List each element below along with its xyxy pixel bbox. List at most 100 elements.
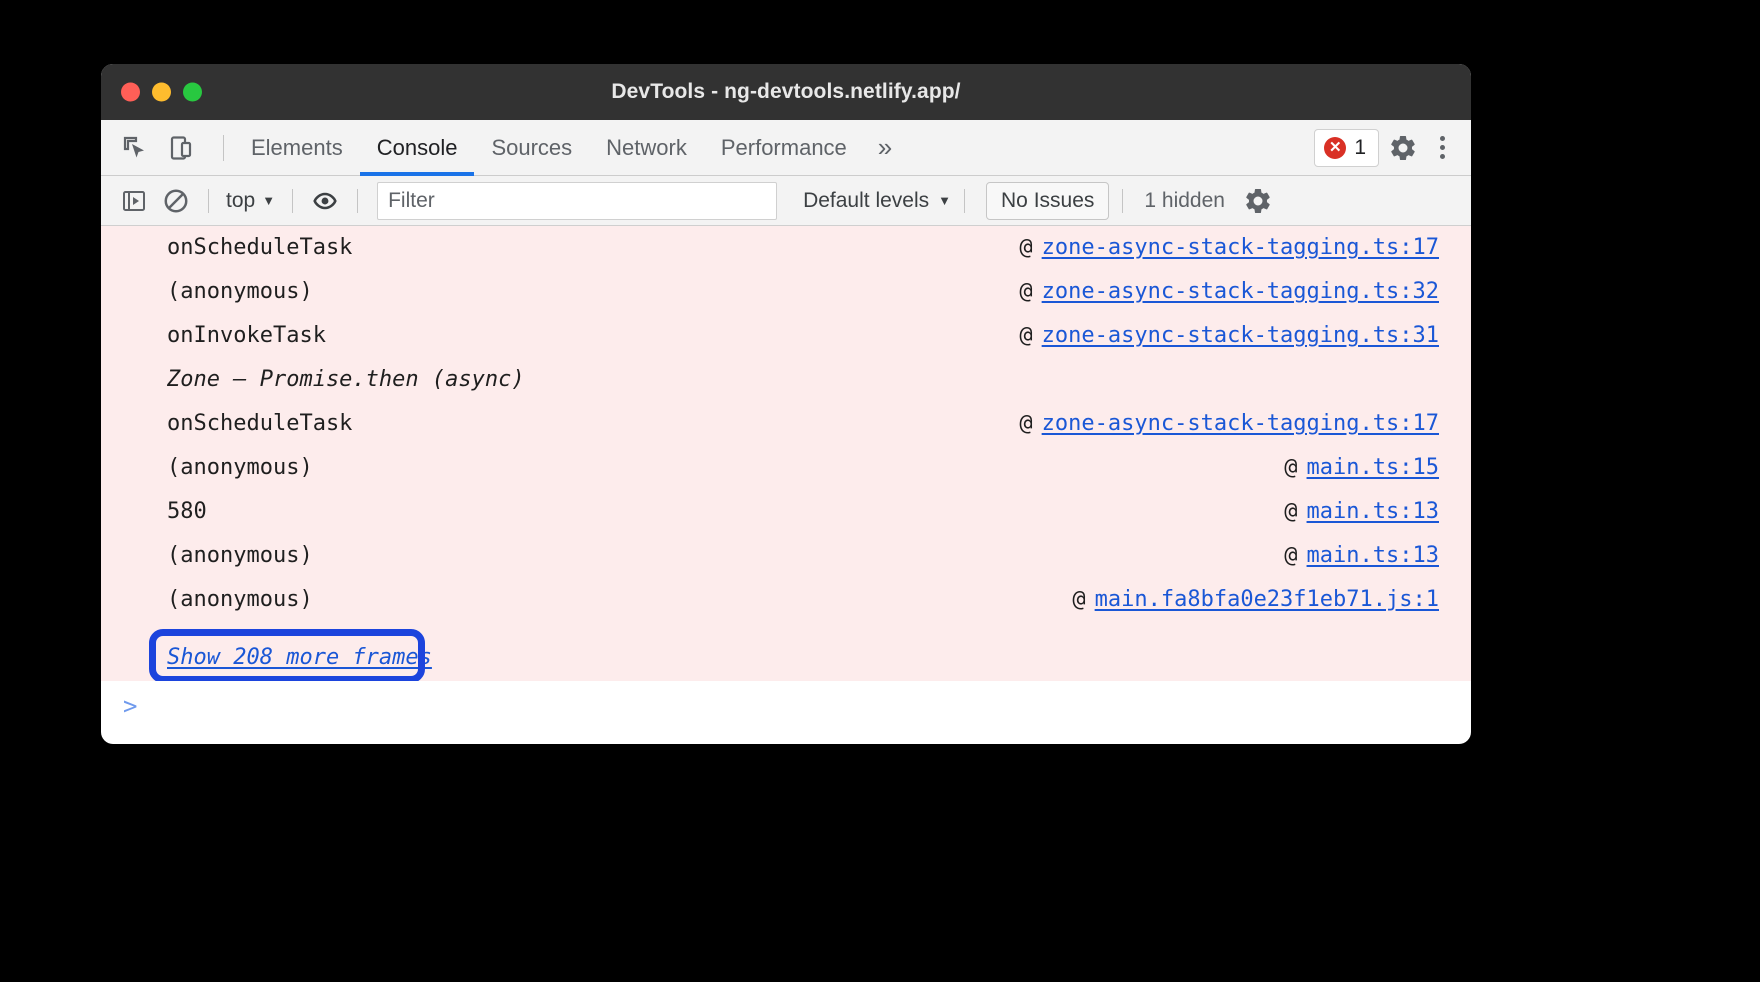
execution-context-label: top <box>226 189 255 213</box>
source-location-link[interactable]: zone-async-stack-tagging.ts:32 <box>1042 279 1439 304</box>
more-tabs-icon[interactable]: » <box>864 120 906 175</box>
async-boundary-row: Zone — Promise.then (async) <box>101 367 1471 411</box>
console-filter-toolbar: top ▼ Filter Default levels ▼ No Issues <box>101 176 1471 226</box>
stack-frame-location: @ main.fa8bfa0e23f1eb71.js:1 <box>1072 587 1439 612</box>
show-more-frames-row[interactable]: Show 208 more frames <box>101 631 1471 681</box>
source-location-link[interactable]: zone-async-stack-tagging.ts:31 <box>1042 323 1439 348</box>
stack-frame-function: onScheduleTask <box>167 235 352 260</box>
stack-frame-function: (anonymous) <box>167 587 313 612</box>
stack-frame-row[interactable]: 580 @ main.ts:13 <box>101 499 1471 543</box>
stack-frame-function: 580 <box>167 499 207 524</box>
at-symbol: @ <box>1019 323 1032 348</box>
tab-elements[interactable]: Elements <box>234 120 360 175</box>
console-prompt[interactable]: > <box>101 681 1471 731</box>
log-levels-label: Default levels <box>803 189 929 213</box>
stack-frame-function: (anonymous) <box>167 543 313 568</box>
screenshot-stage: DevTools - ng-devtools.netlify.app/ <box>0 0 1760 982</box>
at-symbol: @ <box>1284 499 1297 524</box>
async-boundary-label: Zone — Promise.then (async) <box>167 367 525 392</box>
tabstrip-divider <box>223 135 224 161</box>
window-titlebar: DevTools - ng-devtools.netlify.app/ <box>101 64 1471 120</box>
clear-console-icon[interactable] <box>157 182 195 220</box>
minimize-window-button[interactable] <box>152 83 171 102</box>
at-symbol: @ <box>1019 279 1032 304</box>
stack-frame-location: @ zone-async-stack-tagging.ts:32 <box>1019 279 1439 304</box>
show-more-frames-link[interactable]: Show 208 more frames <box>167 645 432 670</box>
chevron-down-icon: ▼ <box>262 194 275 207</box>
filter-input-placeholder: Filter <box>388 189 435 213</box>
stack-frame-function: onScheduleTask <box>167 411 352 436</box>
stack-frame-row[interactable]: onScheduleTask @ zone-async-stack-taggin… <box>101 411 1471 455</box>
stack-frame-location: @ main.ts:13 <box>1284 543 1439 568</box>
stack-frame-function: (anonymous) <box>167 279 313 304</box>
device-toolbar-icon[interactable] <box>161 128 201 168</box>
at-symbol: @ <box>1019 411 1032 436</box>
tab-sources-label: Sources <box>491 135 572 161</box>
stack-frame-row[interactable]: (anonymous) @ main.fa8bfa0e23f1eb71.js:1 <box>101 587 1471 631</box>
show-console-sidebar-icon[interactable] <box>115 182 153 220</box>
stack-frame-location: @ main.ts:13 <box>1284 499 1439 524</box>
kebab-menu-icon[interactable] <box>1427 130 1457 166</box>
error-stack-trace: onScheduleTask @ zone-async-stack-taggin… <box>101 226 1471 681</box>
tab-performance[interactable]: Performance <box>704 120 864 175</box>
issues-button-label: No Issues <box>1001 189 1094 213</box>
source-location-link[interactable]: main.fa8bfa0e23f1eb71.js:1 <box>1095 587 1439 612</box>
tab-performance-label: Performance <box>721 135 847 161</box>
tabstrip-right-controls: ✕ 1 <box>1314 129 1471 167</box>
window-title: DevTools - ng-devtools.netlify.app/ <box>611 80 960 104</box>
at-symbol: @ <box>1284 543 1297 568</box>
live-expression-icon[interactable] <box>306 182 344 220</box>
maximize-window-button[interactable] <box>183 83 202 102</box>
stack-frame-location: @ zone-async-stack-tagging.ts:17 <box>1019 411 1439 436</box>
at-symbol: @ <box>1072 587 1085 612</box>
traffic-light-buttons <box>121 83 202 102</box>
stack-frame-row[interactable]: (anonymous) @ zone-async-stack-tagging.t… <box>101 279 1471 323</box>
at-symbol: @ <box>1019 235 1032 260</box>
filterbar-divider-5 <box>1122 189 1123 213</box>
filterbar-divider-2 <box>292 189 293 213</box>
stack-frame-function: (anonymous) <box>167 455 313 480</box>
source-location-link[interactable]: zone-async-stack-tagging.ts:17 <box>1042 235 1439 260</box>
devtools-window: DevTools - ng-devtools.netlify.app/ <box>101 64 1471 744</box>
issues-button[interactable]: No Issues <box>986 182 1109 220</box>
stack-frame-location: @ main.ts:15 <box>1284 455 1439 480</box>
source-location-link[interactable]: main.ts:15 <box>1307 455 1439 480</box>
stack-frame-function: onInvokeTask <box>167 323 326 348</box>
tab-console[interactable]: Console <box>360 120 475 175</box>
filterbar-divider-4 <box>964 189 965 213</box>
console-settings-gear-icon[interactable] <box>1239 182 1277 220</box>
devtools-tool-icons <box>115 128 213 168</box>
log-levels-selector[interactable]: Default levels ▼ <box>803 189 951 213</box>
tab-network[interactable]: Network <box>589 120 704 175</box>
stack-frame-location: @ zone-async-stack-tagging.ts:17 <box>1019 235 1439 260</box>
error-count-badge[interactable]: ✕ 1 <box>1314 129 1379 167</box>
stack-frame-row[interactable]: (anonymous) @ main.ts:13 <box>101 543 1471 587</box>
stack-frame-row[interactable]: onScheduleTask @ zone-async-stack-taggin… <box>101 235 1471 279</box>
filterbar-divider-1 <box>208 189 209 213</box>
hidden-messages-label: 1 hidden <box>1144 189 1225 213</box>
source-location-link[interactable]: zone-async-stack-tagging.ts:17 <box>1042 411 1439 436</box>
error-icon: ✕ <box>1324 137 1346 159</box>
panel-tabs: Elements Console Sources Network Perform… <box>234 120 906 175</box>
devtools-tabstrip: Elements Console Sources Network Perform… <box>101 120 1471 176</box>
prompt-caret-icon: > <box>123 694 137 718</box>
stack-frame-row[interactable]: (anonymous) @ main.ts:15 <box>101 455 1471 499</box>
error-count-label: 1 <box>1354 136 1366 160</box>
tab-console-label: Console <box>377 135 458 161</box>
gear-icon[interactable] <box>1385 130 1421 166</box>
filterbar-divider-3 <box>357 189 358 213</box>
close-window-button[interactable] <box>121 83 140 102</box>
chevron-down-icon: ▼ <box>938 194 951 207</box>
inspect-element-icon[interactable] <box>115 128 155 168</box>
tab-elements-label: Elements <box>251 135 343 161</box>
source-location-link[interactable]: main.ts:13 <box>1307 499 1439 524</box>
execution-context-selector[interactable]: top ▼ <box>222 189 279 213</box>
tab-sources[interactable]: Sources <box>474 120 589 175</box>
tab-network-label: Network <box>606 135 687 161</box>
console-message-area[interactable]: onScheduleTask @ zone-async-stack-taggin… <box>101 226 1471 681</box>
stack-frame-row[interactable]: onInvokeTask @ zone-async-stack-tagging.… <box>101 323 1471 367</box>
source-location-link[interactable]: main.ts:13 <box>1307 543 1439 568</box>
at-symbol: @ <box>1284 455 1297 480</box>
filter-input[interactable]: Filter <box>377 182 777 220</box>
stack-frame-location: @ zone-async-stack-tagging.ts:31 <box>1019 323 1439 348</box>
